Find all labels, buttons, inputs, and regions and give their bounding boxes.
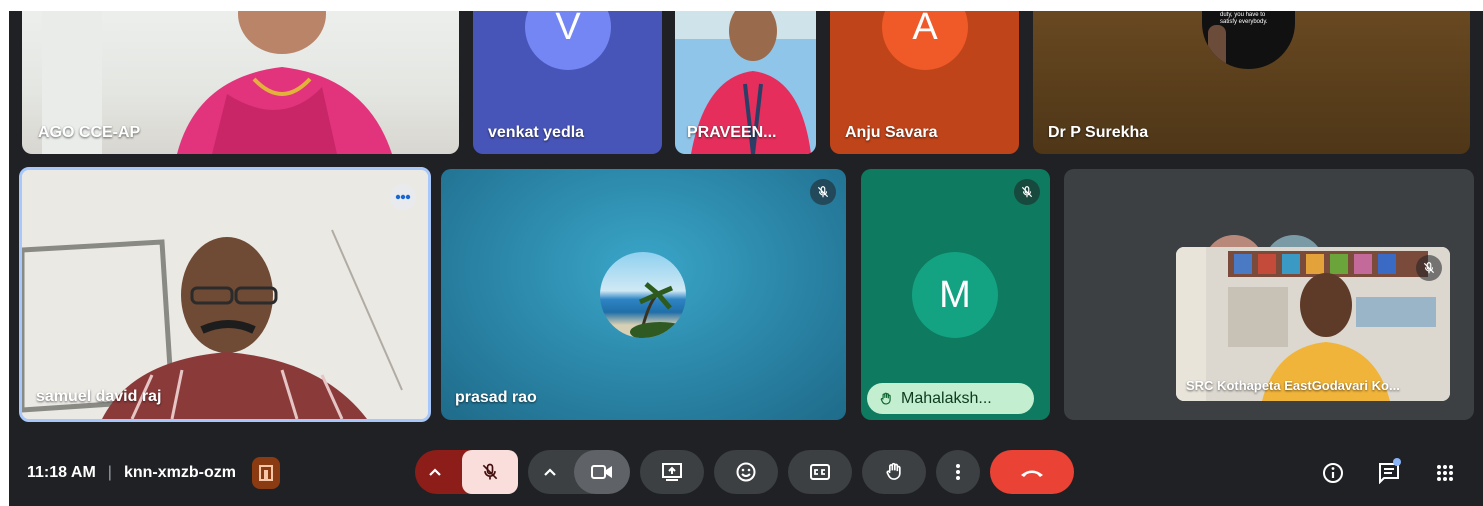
mic-off-icon bbox=[1021, 186, 1033, 198]
chevron-up-icon bbox=[544, 468, 556, 476]
raise-hand-icon bbox=[886, 462, 901, 480]
shared-image-figure bbox=[1208, 25, 1226, 65]
avatar-landscape bbox=[630, 282, 686, 338]
mic-off-indicator bbox=[810, 179, 836, 205]
participant-name: Mahalaksh... bbox=[901, 389, 992, 407]
mic-off-icon bbox=[1423, 262, 1435, 274]
avatar-photo bbox=[600, 252, 686, 338]
video-pip-kothapeta[interactable]: SRC Kothapeta EastGodavari Ko... bbox=[1176, 247, 1450, 401]
meeting-control-bar: 11:18 AM | knn-xmzb-ozm bbox=[9, 439, 1483, 506]
apps-grid-icon bbox=[1437, 465, 1453, 481]
avatar-initial: M bbox=[939, 273, 971, 316]
more-options-menu-button[interactable] bbox=[936, 450, 980, 494]
avatar-v: V bbox=[525, 11, 611, 70]
chat-notification-dot bbox=[1393, 458, 1401, 466]
participant-tile-prasad[interactable]: prasad rao bbox=[441, 169, 846, 420]
participant-tile-group[interactable]: SRC Kothapeta EastGodavari Ko... bbox=[1064, 169, 1474, 420]
meeting-stage: AGO CCE-AP V venkat yedla PRAVEEN... A A… bbox=[9, 11, 1483, 506]
info-icon bbox=[1323, 463, 1343, 483]
captions-button[interactable] bbox=[788, 450, 852, 494]
host-controls-icon bbox=[258, 464, 273, 481]
meeting-time: 11:18 AM bbox=[27, 463, 96, 481]
participant-video-samuel bbox=[22, 170, 428, 419]
chat-button[interactable] bbox=[1373, 457, 1405, 489]
more-options-icon bbox=[395, 194, 411, 200]
raise-hand-button[interactable] bbox=[862, 450, 926, 494]
captions-icon bbox=[810, 464, 830, 480]
mic-off-icon bbox=[817, 186, 829, 198]
camera-icon bbox=[591, 465, 612, 479]
mic-off-indicator bbox=[1416, 255, 1442, 281]
participant-tile-praveen[interactable]: PRAVEEN... bbox=[675, 11, 816, 154]
shared-image-text: cil you perform your duty, you have to s… bbox=[1220, 12, 1268, 25]
participant-name: Anju Savara bbox=[845, 124, 938, 141]
emoji-icon bbox=[736, 462, 756, 482]
meeting-details-button[interactable] bbox=[1317, 457, 1349, 489]
shared-image: cil you perform your duty, you have to s… bbox=[1202, 11, 1295, 69]
meeting-code: knn-xmzb-ozm bbox=[123, 463, 236, 481]
participant-tile-samuel[interactable]: samuel david raj bbox=[19, 167, 431, 422]
raise-hand-icon bbox=[880, 392, 891, 404]
more-vert-icon bbox=[956, 464, 960, 480]
participant-tile-surekha[interactable]: cil you perform your duty, you have to s… bbox=[1033, 11, 1470, 154]
chevron-up-icon bbox=[429, 468, 441, 476]
end-call-icon bbox=[1021, 470, 1043, 477]
avatar-m: M bbox=[912, 252, 998, 338]
participant-tile-mahalakshmi[interactable]: M Mahalaksh... bbox=[861, 169, 1050, 420]
avatar-initial: V bbox=[555, 11, 581, 48]
avatar-a: A bbox=[882, 11, 968, 70]
present-button[interactable] bbox=[640, 450, 704, 494]
mic-toggle-button[interactable] bbox=[462, 450, 518, 494]
raised-hand-badge: Mahalaksh... bbox=[867, 383, 1034, 414]
activities-button[interactable] bbox=[1429, 457, 1461, 489]
present-icon bbox=[662, 463, 682, 481]
participant-name: venkat yedla bbox=[488, 124, 585, 141]
mic-off-icon bbox=[482, 463, 498, 480]
avatar-initial: A bbox=[912, 11, 938, 48]
host-controls-button[interactable] bbox=[251, 456, 280, 489]
participant-name: prasad rao bbox=[455, 389, 537, 406]
participant-tile-ago[interactable]: AGO CCE-AP bbox=[22, 11, 459, 154]
participant-name: PRAVEEN... bbox=[687, 124, 777, 141]
meeting-info: 11:18 AM | knn-xmzb-ozm bbox=[27, 439, 280, 506]
mic-off-indicator bbox=[1014, 179, 1040, 205]
camera-toggle-button[interactable] bbox=[574, 450, 630, 494]
participant-name: Dr P Surekha bbox=[1048, 124, 1149, 141]
participant-tile-venkat[interactable]: V venkat yedla bbox=[473, 11, 662, 154]
participant-name: samuel david raj bbox=[36, 388, 162, 405]
more-options-button[interactable] bbox=[390, 184, 416, 210]
meeting-separator: | bbox=[107, 463, 112, 481]
participant-tile-anju[interactable]: A Anju Savara bbox=[830, 11, 1019, 154]
participant-name: SRC Kothapeta EastGodavari Ko... bbox=[1186, 378, 1400, 393]
participant-name: AGO CCE-AP bbox=[38, 124, 141, 141]
end-call-button[interactable] bbox=[990, 450, 1074, 494]
emoji-button[interactable] bbox=[714, 450, 778, 494]
